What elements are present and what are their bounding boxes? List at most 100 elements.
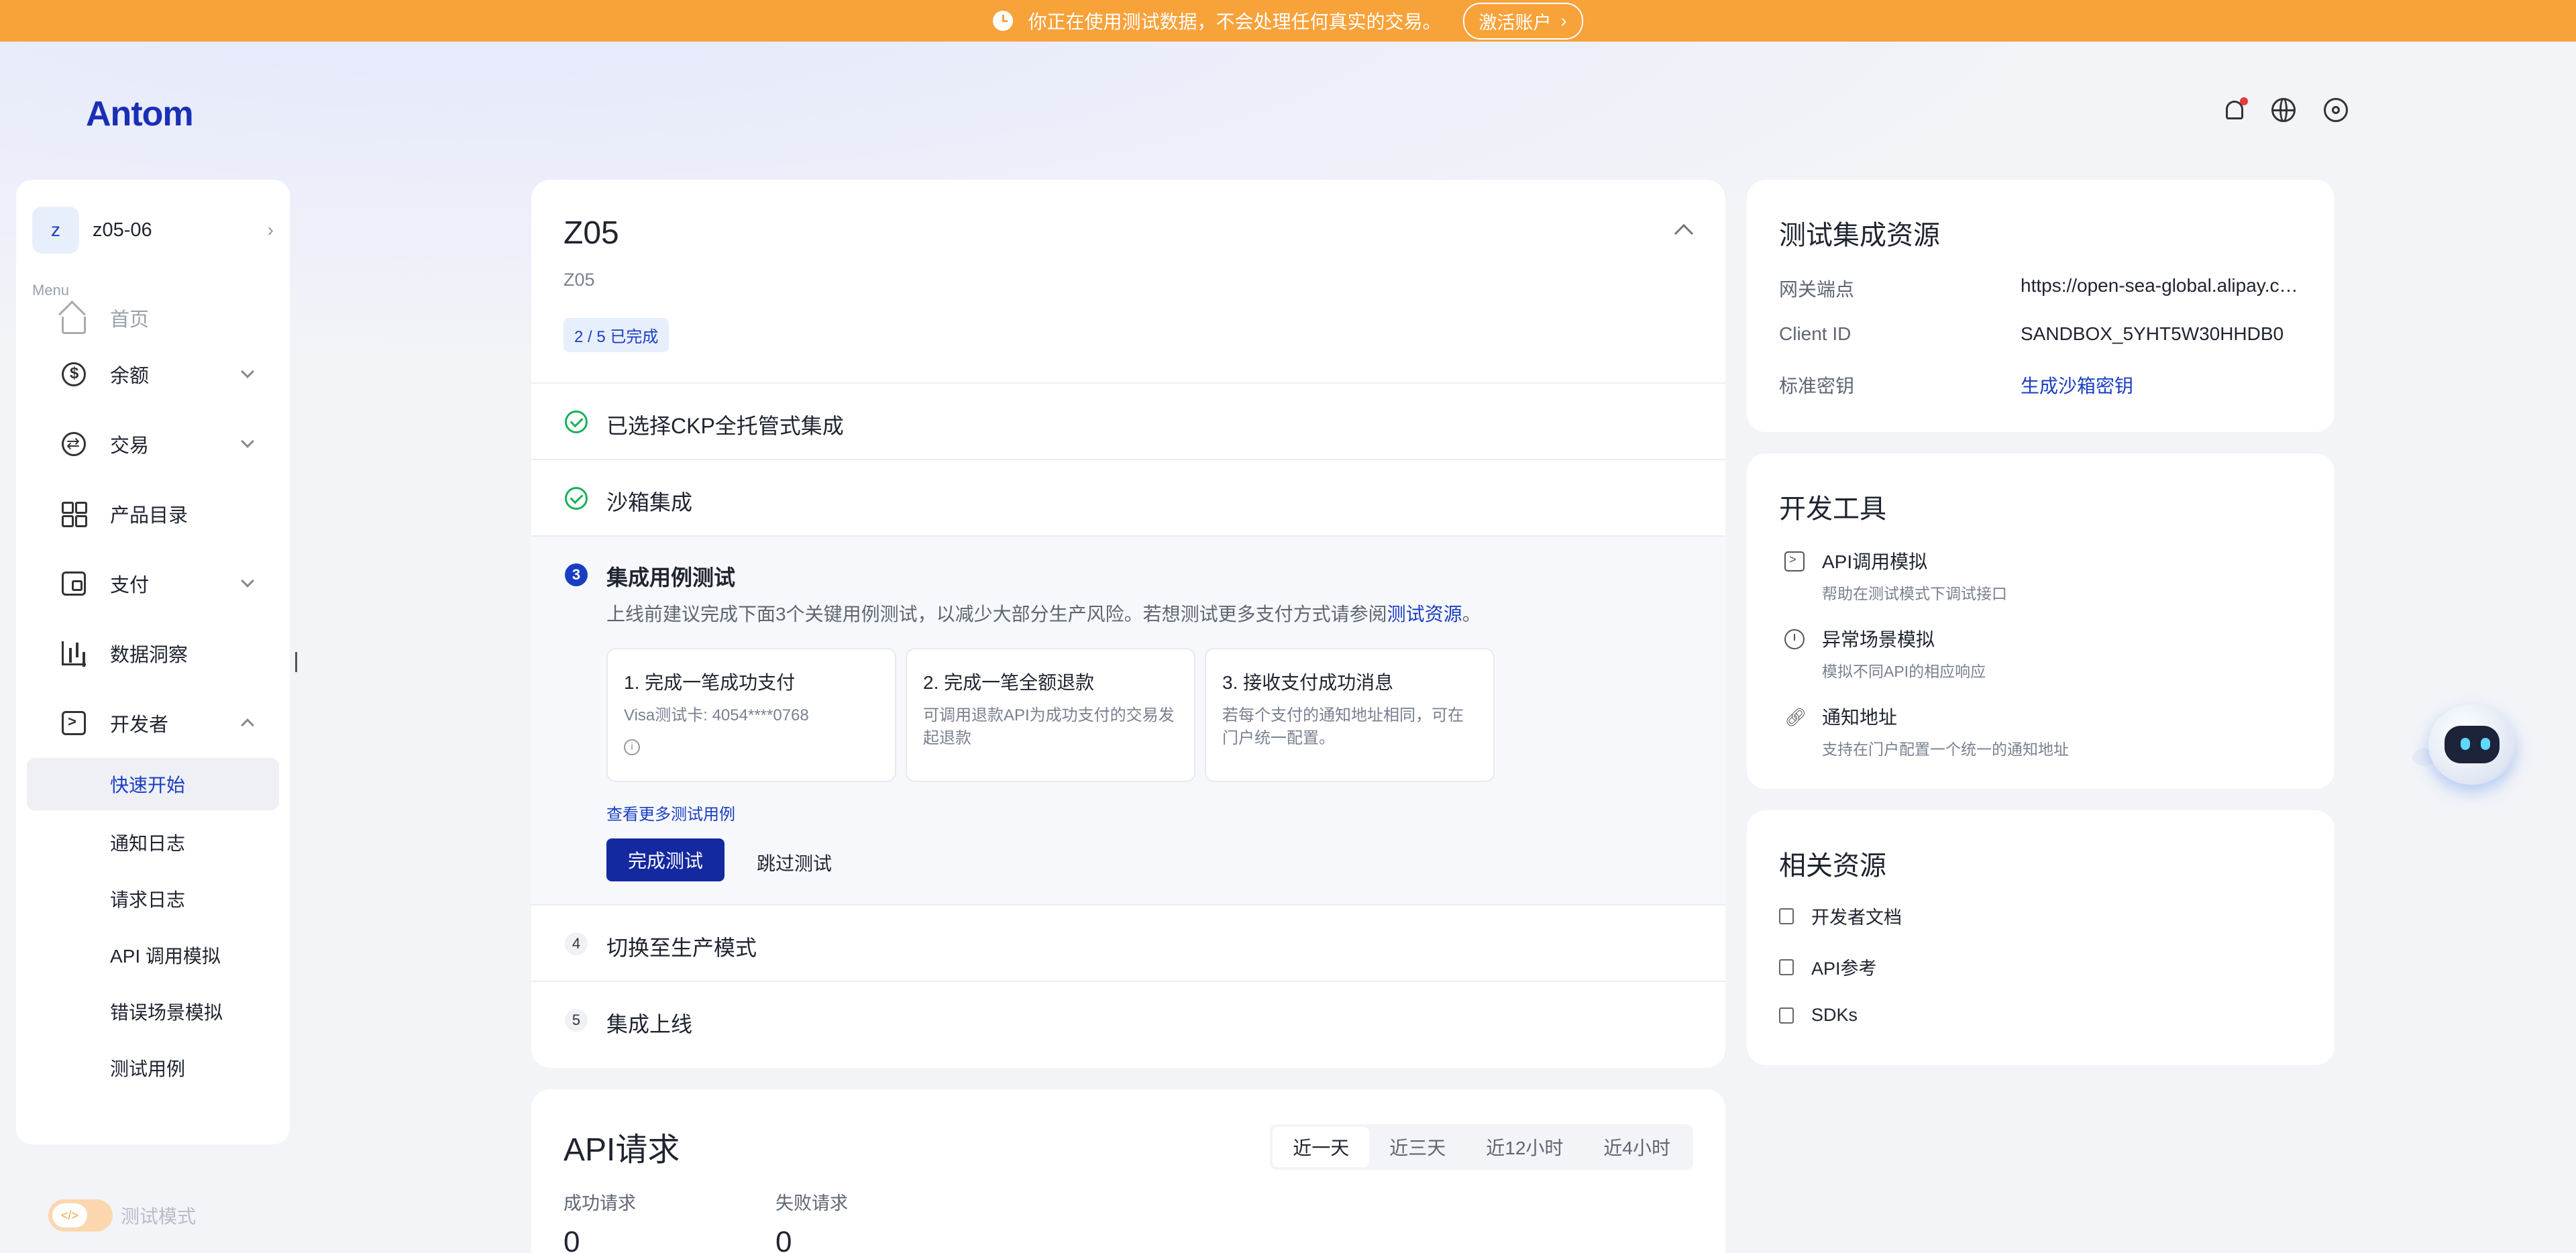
sidebar-item-payments[interactable]: 支付 bbox=[27, 549, 279, 618]
page-subtitle: Z05 bbox=[564, 270, 595, 290]
sidebar-item-balance[interactable]: 余额 bbox=[27, 339, 279, 409]
chevron-right-icon: › bbox=[267, 219, 274, 240]
tab-3-days[interactable]: 近三天 bbox=[1369, 1127, 1466, 1167]
header-actions bbox=[2226, 97, 2348, 122]
test-resources-link[interactable]: 测试资源 bbox=[1387, 604, 1462, 624]
sidebar-subitem-notification-log[interactable]: 通知日志 bbox=[27, 814, 279, 871]
sidebar-subitem-error-simulation[interactable]: 错误场景模拟 bbox=[27, 983, 279, 1040]
failed-requests-stat: 失败请求 0 bbox=[775, 1193, 848, 1253]
chevron-down-icon bbox=[241, 574, 254, 588]
resource-dev-docs[interactable]: 开发者文档 bbox=[1779, 903, 1902, 929]
step-sandbox[interactable]: 沙箱集成 bbox=[531, 459, 1725, 535]
step-number: 3 bbox=[565, 563, 588, 586]
bot-eye bbox=[2461, 738, 2470, 750]
code-icon: </> bbox=[52, 1203, 87, 1228]
resource-sdks[interactable]: SDKs bbox=[1779, 1005, 1858, 1026]
skip-test-button[interactable]: 跳过测试 bbox=[757, 849, 832, 876]
swap-icon bbox=[62, 432, 86, 456]
gateway-value[interactable]: https://open-sea-global.alipay.com bbox=[2021, 275, 2302, 302]
terminal-icon bbox=[62, 711, 86, 735]
step-number: 4 bbox=[565, 932, 588, 955]
step-go-live[interactable]: 5 集成上线 bbox=[531, 981, 1725, 1068]
test-case-card[interactable]: 3. 接收支付成功消息 若每个支付的通知地址相同，可在门户统一配置。 bbox=[1205, 648, 1495, 782]
tool-notification-url[interactable]: 🔗︎ 通知地址 支持在门户配置一个统一的通知地址 bbox=[1779, 703, 2309, 759]
step-ckp-selected[interactable]: 已选择CKP全托管式集成 bbox=[531, 382, 1725, 459]
test-mode-label: 测试模式 bbox=[121, 1206, 197, 1227]
code-icon bbox=[1779, 959, 1794, 975]
terminal-icon bbox=[1784, 551, 1805, 571]
toggle-switch[interactable]: </> bbox=[48, 1199, 113, 1232]
page-title: Z05 bbox=[564, 215, 619, 251]
tab-4-hours[interactable]: 近4小时 bbox=[1583, 1127, 1690, 1167]
step-test-cases: 3 集成用例测试 上线前建议完成下面3个关键用例测试，以减少大部分生产风险。若想… bbox=[531, 535, 1725, 904]
info-icon[interactable]: i bbox=[624, 739, 640, 755]
chevron-down-icon bbox=[241, 365, 254, 378]
card-title: 相关资源 bbox=[1779, 851, 1886, 881]
step-description: 上线前建议完成下面3个关键用例测试，以减少大部分生产风险。若想测试更多支付方式请… bbox=[606, 604, 1481, 624]
timer-icon bbox=[1784, 629, 1805, 649]
test-data-banner: 你正在使用测试数据，不会处理任何真实的交易。 激活账户 › bbox=[0, 0, 2576, 42]
book-icon bbox=[1779, 908, 1794, 924]
client-id-row: Client ID SANDBOX_5YHT5W30HHDB0 bbox=[1779, 323, 2309, 345]
sidebar-item-developer[interactable]: 开发者 bbox=[27, 688, 279, 758]
chevron-up-icon[interactable] bbox=[1674, 223, 1694, 243]
chevron-down-icon bbox=[241, 435, 254, 448]
tool-error-simulation[interactable]: 异常场景模拟 模拟不同API的相应响应 bbox=[1779, 625, 2309, 682]
gear-icon[interactable] bbox=[2324, 98, 2348, 122]
check-circle-icon bbox=[565, 487, 588, 510]
dev-tools-card: 开发工具 API调用模拟 帮助在测试模式下调试接口 异常场景模拟 模拟不同API… bbox=[1747, 453, 2334, 789]
resource-api-reference[interactable]: API参考 bbox=[1779, 954, 1877, 980]
sidebar-subitem-request-log[interactable]: 请求日志 bbox=[27, 871, 279, 927]
tool-api-simulation[interactable]: API调用模拟 帮助在测试模式下调试接口 bbox=[1779, 547, 2309, 604]
more-test-cases-link[interactable]: 查看更多测试用例 bbox=[606, 801, 735, 824]
clock-icon bbox=[993, 11, 1014, 31]
bell-icon[interactable] bbox=[2226, 97, 2248, 119]
sidebar-item-transactions[interactable]: 交易 bbox=[27, 409, 279, 479]
step-number: 5 bbox=[565, 1009, 588, 1032]
card-title: 测试集成资源 bbox=[1779, 221, 1940, 250]
sidebar-resize-handle[interactable] bbox=[295, 652, 297, 672]
sidebar-subitem-test-cases[interactable]: 测试用例 bbox=[27, 1040, 279, 1096]
test-case-card[interactable]: 2. 完成一笔全额退款 可调用退款API为成功支付的交易发起退款 bbox=[906, 648, 1195, 782]
grid-icon bbox=[62, 502, 86, 527]
client-id-value[interactable]: SANDBOX_5YHT5W30HHDB0 bbox=[2021, 323, 2302, 345]
sidebar-item-catalog[interactable]: 产品目录 bbox=[27, 479, 279, 549]
chevron-up-icon bbox=[241, 718, 254, 732]
tab-12-hours[interactable]: 近12小时 bbox=[1466, 1127, 1583, 1167]
bar-chart-icon bbox=[62, 641, 86, 665]
card-title: 开发工具 bbox=[1779, 494, 1886, 524]
globe-icon[interactable] bbox=[2271, 98, 2296, 122]
coin-icon bbox=[62, 362, 86, 386]
gateway-row: 网关端点 https://open-sea-global.alipay.com bbox=[1779, 275, 2309, 302]
key-row: 标准密钥 生成沙箱密钥 bbox=[1779, 372, 2309, 398]
test-case-card[interactable]: 1. 完成一笔成功支付 Visa测试卡: 4054****0768 i bbox=[606, 648, 896, 782]
card-title: API请求 bbox=[564, 1132, 680, 1168]
antom-logo[interactable]: Antom bbox=[86, 94, 194, 134]
complete-test-button[interactable]: 完成测试 bbox=[606, 838, 724, 881]
tab-1-day[interactable]: 近一天 bbox=[1273, 1127, 1370, 1167]
notification-dot bbox=[2240, 97, 2248, 105]
home-icon bbox=[62, 317, 86, 334]
folder-icon bbox=[1779, 1007, 1794, 1024]
activate-account-button[interactable]: 激活账户 › bbox=[1462, 2, 1583, 40]
success-requests-stat: 成功请求 0 bbox=[564, 1193, 636, 1253]
account-switcher[interactable]: z z05-06 › bbox=[32, 205, 274, 255]
step-switch-production[interactable]: 4 切换至生产模式 bbox=[531, 904, 1725, 981]
wallet-icon bbox=[62, 571, 86, 596]
avatar: z bbox=[32, 207, 79, 254]
generate-key-link[interactable]: 生成沙箱密钥 bbox=[2021, 372, 2302, 398]
test-resources-card: 测试集成资源 网关端点 https://open-sea-global.alip… bbox=[1747, 180, 2334, 432]
sidebar-item-insights[interactable]: 数据洞察 bbox=[27, 618, 279, 688]
api-requests-card: API请求 近一天 近三天 近12小时 近4小时 成功请求 0 失败请求 0 bbox=[531, 1089, 1725, 1253]
sidebar: z z05-06 › Menu 首页 余额 交易 产品目录 支付 bbox=[16, 180, 290, 1144]
check-circle-icon bbox=[565, 411, 588, 433]
related-resources-card: 相关资源 开发者文档 API参考 SDKs bbox=[1747, 810, 2334, 1065]
sidebar-nav: 首页 余额 交易 产品目录 支付 数据洞察 开发者 bbox=[27, 296, 279, 1096]
assistant-bot-icon[interactable] bbox=[2408, 698, 2529, 798]
sidebar-subitem-api-simulation[interactable]: API 调用模拟 bbox=[27, 927, 279, 983]
bot-eye bbox=[2481, 738, 2490, 750]
progress-badge: 2 / 5 已完成 bbox=[564, 318, 669, 352]
sidebar-subitem-quickstart[interactable]: 快速开始 bbox=[27, 758, 279, 810]
sidebar-item-home[interactable]: 首页 bbox=[27, 296, 279, 339]
test-mode-toggle[interactable]: </> 测试模式 bbox=[48, 1199, 196, 1232]
